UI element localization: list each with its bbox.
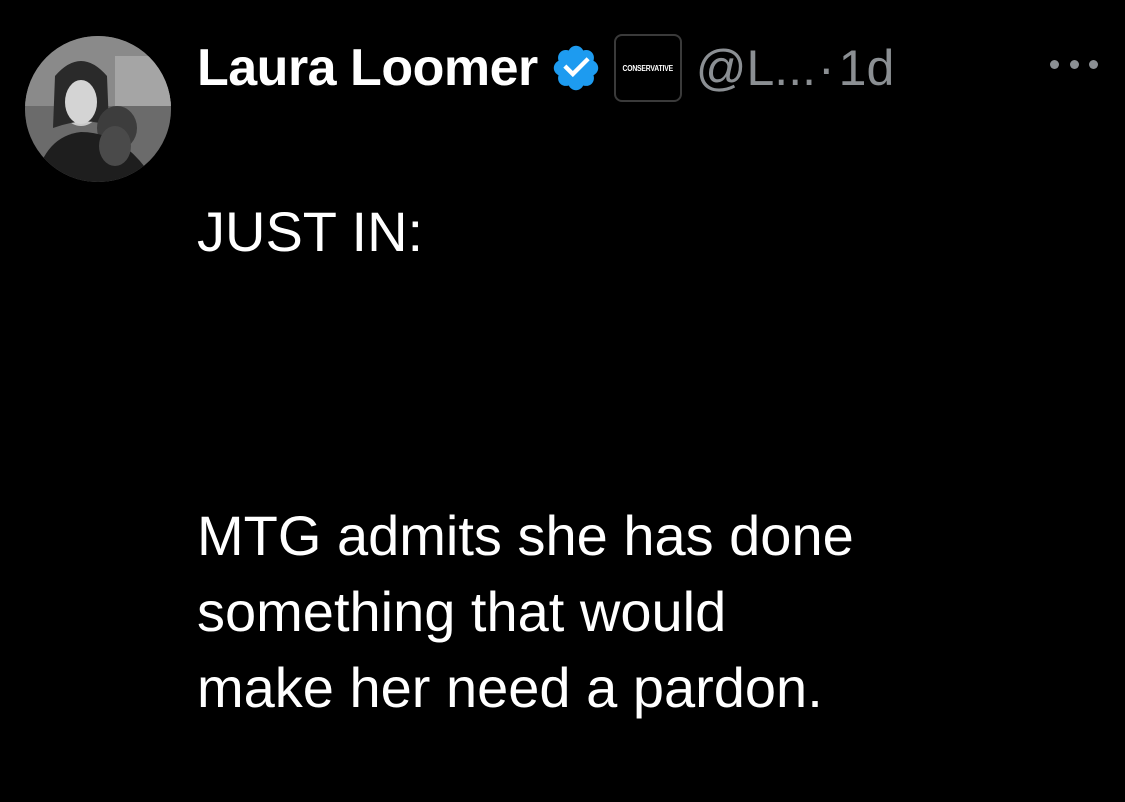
- affiliate-badge-label: CONSERVATIVE: [622, 63, 673, 73]
- affiliate-badge[interactable]: CONSERVATIVE: [613, 34, 682, 102]
- avatar-photo: [25, 36, 171, 182]
- tweet-header: Laura Loomer CONSERVATIVE @L... · 1d: [197, 28, 894, 108]
- more-dot: [1069, 59, 1079, 69]
- timestamp[interactable]: 1d: [839, 39, 895, 97]
- tweet-text: JUST IN: MTG admits she has done somethi…: [197, 118, 1097, 802]
- more-dot: [1050, 59, 1059, 69]
- more-dot: [1089, 59, 1098, 69]
- avatar[interactable]: [25, 36, 171, 182]
- separator-dot: ·: [817, 40, 835, 96]
- user-handle[interactable]: @L...: [696, 39, 816, 97]
- tweet[interactable]: Laura Loomer CONSERVATIVE @L... · 1d JUS…: [0, 0, 1125, 719]
- tweet-text-paragraph: MTG admits she has done something that w…: [197, 504, 854, 719]
- display-name[interactable]: Laura Loomer: [197, 38, 538, 98]
- tweet-text-blank-line: [197, 346, 1097, 422]
- verified-badge-icon[interactable]: [550, 42, 602, 94]
- tweet-text-line: JUST IN:: [197, 200, 424, 263]
- more-options-icon[interactable]: [1050, 52, 1098, 76]
